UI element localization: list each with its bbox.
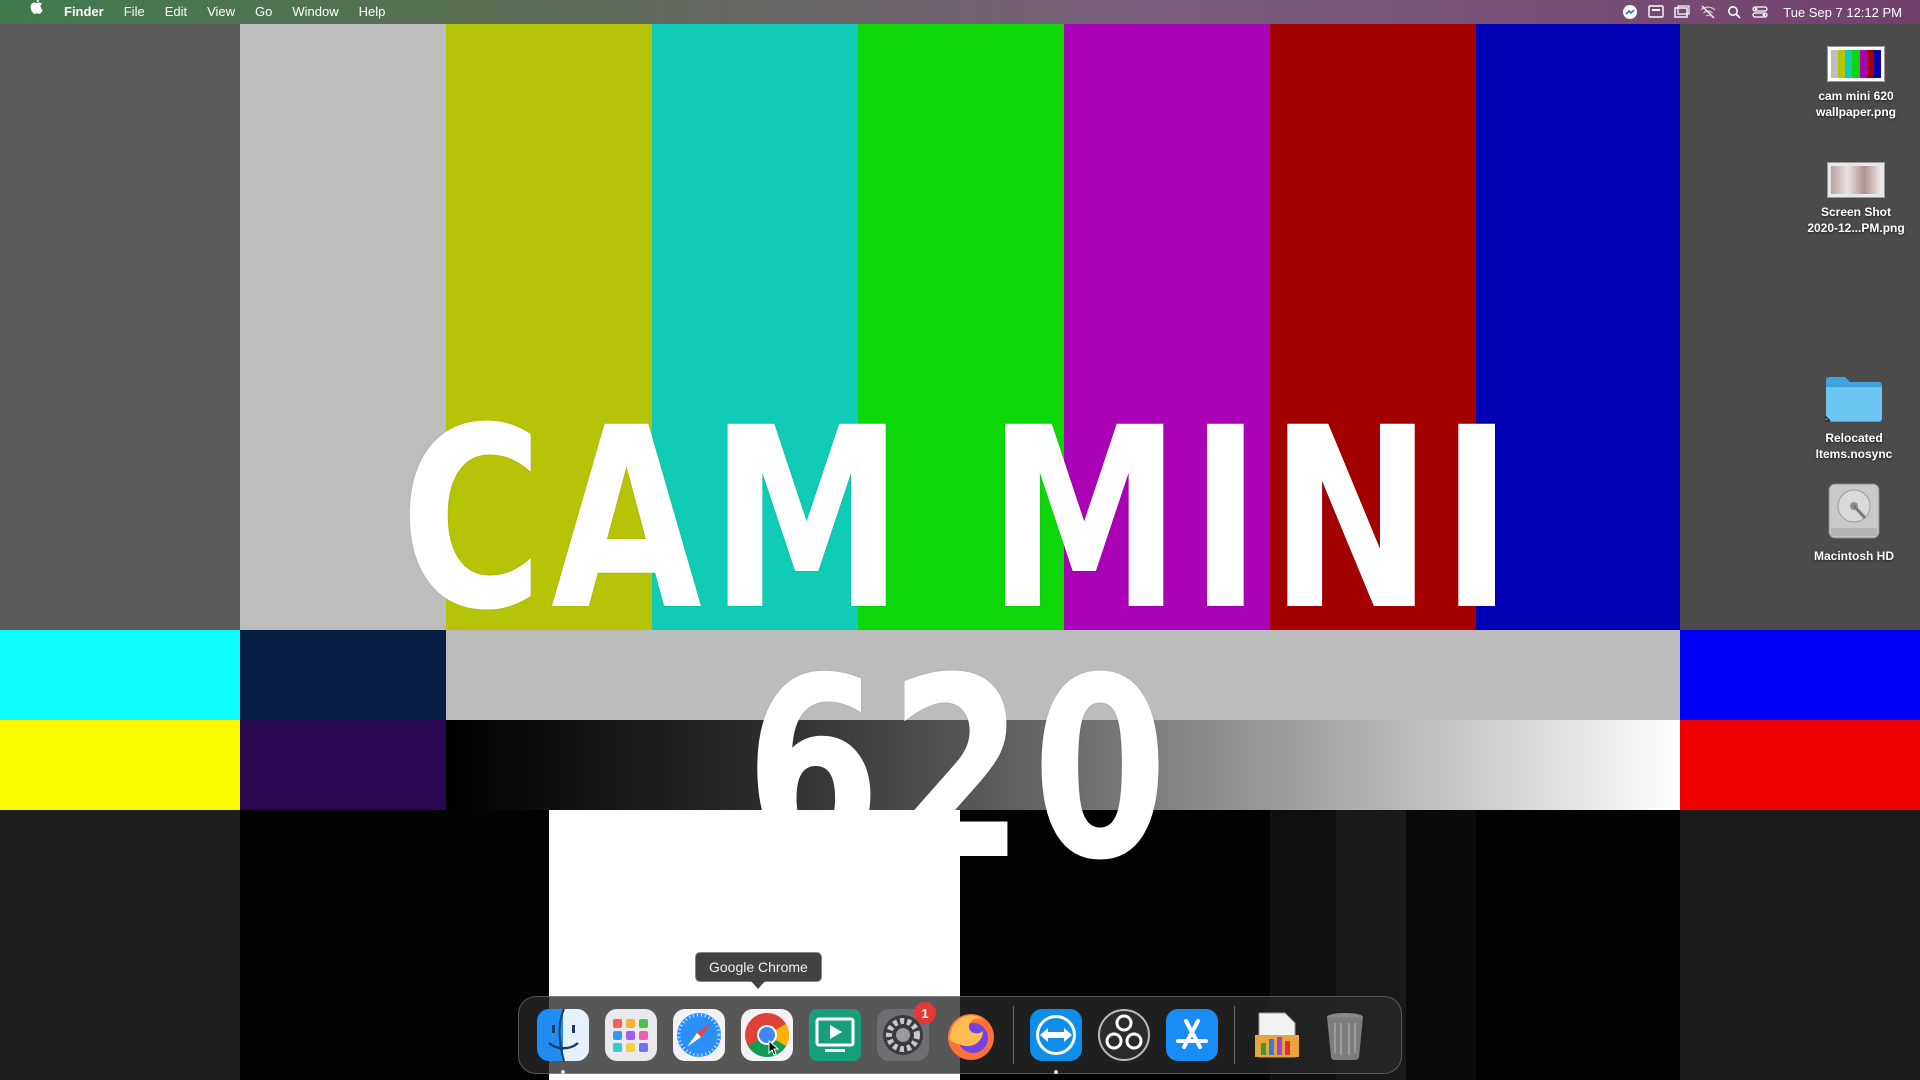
desktop-disk-label: Macintosh HD <box>1813 549 1894 563</box>
dock-tooltip: Google Chrome <box>695 952 822 989</box>
menu-file[interactable]: File <box>114 0 155 24</box>
running-indicator <box>561 1070 565 1074</box>
desktop-file-screen-shot[interactable]: Screen Shot 2020-12...PM.png <box>1796 162 1916 236</box>
wallpaper-left-gray <box>0 24 240 630</box>
hard-disk-icon <box>1825 480 1883 542</box>
bar-blue <box>1680 630 1920 720</box>
search-icon[interactable] <box>1721 0 1747 24</box>
dock-firefox[interactable] <box>942 1006 1000 1064</box>
screen-share-icon <box>809 1009 861 1061</box>
menubar-clock[interactable]: Tue Sep 7 12:12 PM <box>1773 5 1902 20</box>
dock-obs[interactable] <box>1095 1006 1153 1064</box>
messenger-icon[interactable] <box>1617 0 1643 24</box>
safari-icon <box>673 1009 725 1061</box>
dock-google-chrome[interactable] <box>738 1006 796 1064</box>
downloads-stack-icon <box>1255 1012 1299 1058</box>
dock-launchpad[interactable] <box>602 1006 660 1064</box>
obs-icon <box>1098 1009 1150 1061</box>
dock-separator <box>1013 1006 1014 1064</box>
chrome-icon <box>741 1009 793 1061</box>
menu-view[interactable]: View <box>197 0 245 24</box>
dock-screen-share[interactable] <box>806 1006 864 1064</box>
launchpad-icon <box>605 1009 657 1061</box>
dock: 1 <box>518 996 1402 1074</box>
app-store-icon <box>1166 1009 1218 1061</box>
menu-bar: Finder File Edit View Go Window Help Tue… <box>0 0 1920 24</box>
desktop-folder-relocated-items[interactable]: Relocated Items.nosync <box>1794 372 1914 462</box>
wallpaper-title: CAM MINI 620 <box>400 374 1521 915</box>
menu-help[interactable]: Help <box>349 0 396 24</box>
screen-mirroring-icon[interactable] <box>1669 0 1695 24</box>
desktop-folder-label: Relocated Items.nosync <box>1815 431 1893 461</box>
dock-finder[interactable] <box>534 1006 592 1074</box>
image-thumbnail-icon <box>1827 162 1885 198</box>
trash-icon <box>1327 1013 1363 1061</box>
dock-downloads-stack[interactable] <box>1248 1006 1306 1064</box>
bar-red <box>1680 720 1920 810</box>
finder-icon <box>537 1008 589 1062</box>
teamviewer-icon <box>1030 1009 1082 1061</box>
dock-teamviewer[interactable] <box>1027 1006 1085 1074</box>
menu-finder[interactable]: Finder <box>54 0 114 24</box>
bar-yellow <box>0 720 240 810</box>
dock-trash[interactable] <box>1316 1006 1374 1064</box>
menu-window[interactable]: Window <box>282 0 348 24</box>
image-thumbnail-icon <box>1827 46 1885 82</box>
folder-icon <box>1823 372 1885 424</box>
menu-go[interactable]: Go <box>245 0 282 24</box>
bottom-right-dark <box>1680 810 1920 1080</box>
bottom-left-dark <box>0 810 240 1080</box>
menu-edit[interactable]: Edit <box>155 0 197 24</box>
bar-cyan <box>0 630 240 720</box>
desktop-file-label: cam mini 620 wallpaper.png <box>1815 89 1896 119</box>
control-center-icon[interactable] <box>1747 0 1773 24</box>
dock-safari[interactable] <box>670 1006 728 1064</box>
running-indicator <box>1054 1070 1058 1074</box>
mouse-cursor-icon <box>768 1040 780 1056</box>
desktop-wallpaper: CAM MINI 620 <box>0 0 1920 1080</box>
desktop-file-label: Screen Shot 2020-12...PM.png <box>1807 205 1905 235</box>
firefox-icon <box>948 1014 994 1060</box>
display-icon[interactable] <box>1643 0 1669 24</box>
desktop-file-cam-mini-wallpaper[interactable]: cam mini 620 wallpaper.png <box>1796 46 1916 120</box>
notification-badge: 1 <box>914 1002 936 1024</box>
wifi-off-icon[interactable] <box>1695 0 1721 24</box>
dock-app-store[interactable] <box>1163 1006 1221 1064</box>
desktop-disk-macintosh-hd[interactable]: Macintosh HD <box>1794 480 1914 564</box>
apple-menu-icon[interactable] <box>20 0 54 24</box>
dock-system-preferences[interactable]: 1 <box>874 1002 936 1064</box>
dock-separator <box>1234 1006 1235 1064</box>
